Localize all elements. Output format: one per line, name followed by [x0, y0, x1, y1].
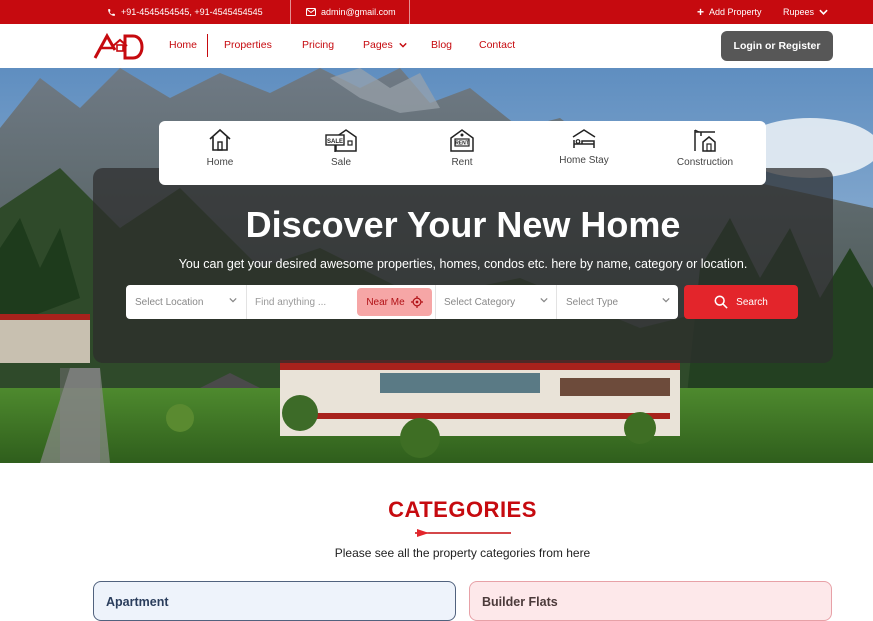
crane-building-icon	[694, 129, 716, 152]
tab-construction-label: Construction	[676, 157, 734, 168]
chevron-down-icon	[540, 297, 548, 303]
categories-description: Please see all the property categories f…	[334, 546, 591, 560]
title-underline	[415, 529, 511, 537]
tab-construction[interactable]: Construction	[655, 121, 755, 185]
tab-sale[interactable]: SALE Sale	[291, 121, 391, 185]
search-button-label: Search	[736, 296, 768, 308]
tab-home[interactable]: Home	[170, 121, 270, 185]
location-select-value: Select Location	[135, 296, 204, 308]
add-property-link[interactable]: + Add Property	[697, 0, 762, 24]
main-navbar: Home Properties Pricing Pages Blog Conta…	[0, 24, 873, 68]
phone-contact[interactable]: +91-4545454545, +91-4545454545	[107, 0, 263, 24]
chevron-down-icon	[662, 297, 670, 303]
top-bar: +91-4545454545, +91-4545454545 admin@gma…	[0, 0, 873, 24]
keyword-field	[255, 285, 355, 319]
email-address: admin@gmail.com	[321, 7, 396, 17]
categories-title: CATEGORIES	[388, 497, 537, 522]
currency-dropdown[interactable]: Rupees	[783, 0, 828, 24]
nav-home[interactable]: Home	[169, 39, 197, 51]
chevron-down-icon	[229, 297, 237, 303]
category-card-title: Apartment	[106, 595, 169, 609]
location-select[interactable]: Select Location	[135, 285, 245, 319]
type-select-value: Select Type	[566, 296, 619, 308]
nav-pages[interactable]: Pages	[363, 39, 407, 51]
svg-text:RENT: RENT	[455, 141, 469, 147]
email-contact[interactable]: admin@gmail.com	[306, 0, 396, 24]
field-divider	[246, 285, 247, 319]
search-icon	[714, 295, 728, 309]
type-select[interactable]: Select Type	[566, 285, 678, 319]
hero-subtitle: You can get your desired awesome propert…	[178, 257, 748, 271]
plus-icon: +	[697, 5, 705, 19]
house-icon	[209, 128, 231, 151]
category-select[interactable]: Select Category	[444, 285, 556, 319]
property-type-tabs: Home SALE Sale RENT Rent Home Stay Const…	[159, 121, 766, 185]
category-select-value: Select Category	[444, 296, 516, 308]
svg-text:SALE: SALE	[327, 139, 343, 145]
nav-properties[interactable]: Properties	[224, 39, 272, 51]
currency-label: Rupees	[783, 7, 815, 17]
nav-contact[interactable]: Contact	[479, 39, 515, 51]
nav-pages-label: Pages	[363, 39, 393, 51]
near-me-button[interactable]: Near Me	[357, 288, 432, 316]
search-bar: Select Location Near Me Select Category …	[126, 285, 678, 319]
hero-title: Discover Your New Home	[245, 204, 681, 245]
topbar-divider	[290, 0, 291, 24]
mail-icon	[306, 8, 316, 16]
sale-sign-icon: SALE	[325, 129, 357, 152]
search-panel: Discover Your New Home You can get your …	[93, 168, 833, 363]
tab-home-label: Home	[206, 157, 234, 168]
category-card-title: Builder Flats	[482, 595, 558, 609]
tab-rent-label: Rent	[451, 157, 473, 168]
bed-house-icon	[572, 129, 596, 148]
hero-section: Home SALE Sale RENT Rent Home Stay Const…	[0, 68, 873, 463]
login-register-button[interactable]: Login or Register	[721, 31, 833, 61]
search-button[interactable]: Search	[684, 285, 798, 319]
tab-home-stay-label: Home Stay	[559, 155, 609, 166]
category-card-apartment[interactable]: Apartment	[93, 581, 456, 621]
nav-divider	[207, 34, 208, 57]
chevron-down-icon	[398, 42, 407, 48]
tab-sale-label: Sale	[330, 157, 351, 168]
nav-blog[interactable]: Blog	[431, 39, 452, 51]
keyword-input[interactable]	[255, 296, 355, 308]
phone-icon	[108, 8, 115, 16]
tab-home-stay[interactable]: Home Stay	[534, 121, 634, 185]
nav-pricing[interactable]: Pricing	[302, 39, 334, 51]
field-divider	[435, 285, 436, 319]
topbar-divider	[409, 0, 410, 24]
phone-numbers: +91-4545454545, +91-4545454545	[121, 7, 263, 17]
chevron-down-icon	[819, 9, 828, 15]
tab-rent[interactable]: RENT Rent	[412, 121, 512, 185]
rent-sign-icon: RENT	[450, 129, 474, 152]
near-me-label: Near Me	[366, 296, 405, 308]
add-property-label: Add Property	[709, 7, 762, 17]
location-target-icon	[410, 296, 423, 308]
category-card-builder-flats[interactable]: Builder Flats	[469, 581, 832, 621]
logo[interactable]	[93, 32, 147, 60]
field-divider	[556, 285, 557, 319]
